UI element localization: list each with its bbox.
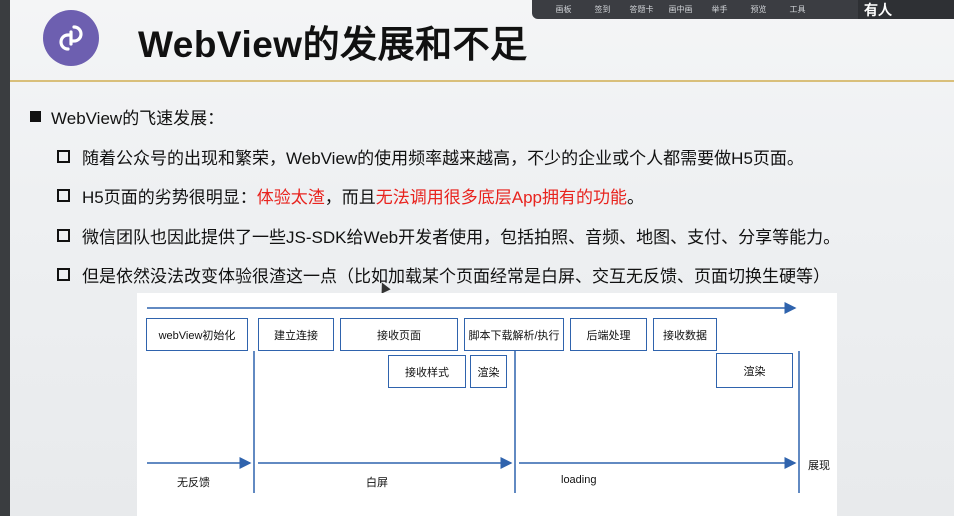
toolbar-item-checkin[interactable]: 签到	[583, 4, 622, 15]
box-render: 渲染	[470, 355, 507, 388]
sub-bullet-text: 微信团队也因此提供了一些JS-SDK给Web开发者使用，包括拍照、音频、地图、支…	[82, 228, 841, 247]
box-receive-data: 接收数据	[653, 318, 717, 351]
phase-label-show: 展现	[808, 460, 830, 472]
box-render-final: 渲染	[716, 353, 793, 388]
sub-bullet-4: 但是依然没法改变体验很渣这一点（比如加载某个页面经常是白屏、交互无反馈、页面切换…	[57, 262, 830, 287]
toolbar-item-preview[interactable]: 预览	[739, 4, 778, 15]
sub-bullet-highlight: 体验太渣	[256, 188, 325, 207]
left-edge	[0, 0, 10, 516]
slide: WebView的发展和不足 WebView的飞速发展： 随着公众号的出现和繁荣，…	[0, 0, 954, 516]
box-receive-page: 接收页面	[340, 318, 458, 351]
miniprogram-logo-icon	[43, 10, 99, 66]
toolbar-user-label: 有人	[864, 1, 892, 18]
sub-bullet-highlight: 无法调用很多底层App拥有的功能	[375, 188, 627, 207]
sub-bullet-3: 微信团队也因此提供了一些JS-SDK给Web开发者使用，包括拍照、音频、地图、支…	[57, 223, 840, 248]
phase-label-no-feedback: 无反馈	[177, 477, 210, 489]
toolbar-item-tools[interactable]: 工具	[778, 4, 817, 15]
webview-timeline-diagram: webView初始化 建立连接 接收页面 脚本下载解析/执行 后端处理 接收数据…	[137, 293, 837, 516]
toolbar-user-area[interactable]: 有人	[858, 0, 954, 19]
box-webview-init: webView初始化	[146, 318, 248, 351]
sub-bullet-suffix: 。	[626, 188, 644, 207]
box-receive-style: 接收样式	[388, 355, 466, 388]
slide-title: WebView的发展和不足	[138, 24, 528, 65]
main-bullet-text: WebView的飞速发展：	[51, 109, 225, 128]
sub-bullet-text: 但是依然没法改变体验很渣这一点（比如加载某个页面经常是白屏、交互无反馈、页面切换…	[82, 267, 830, 286]
hollow-square-icon	[57, 189, 70, 202]
sub-bullet-1: 随着公众号的出现和繁荣，WebView的使用频率越来越高，不少的企业或个人都需要…	[57, 144, 804, 169]
sub-bullet-prefix: H5页面的劣势很明显：	[82, 188, 257, 207]
box-connect: 建立连接	[258, 318, 334, 351]
box-backend: 后端处理	[570, 318, 647, 351]
toolbar-item-answer-card[interactable]: 答题卡	[622, 4, 661, 15]
sub-bullet-2: H5页面的劣势很明显： 体验太渣 ，而且 无法调用很多底层App拥有的功能。	[57, 183, 644, 208]
main-bullet: WebView的飞速发展：	[30, 104, 224, 129]
hollow-square-icon	[57, 229, 70, 242]
box-script: 脚本下载解析/执行	[464, 318, 564, 351]
filled-square-icon	[30, 111, 41, 122]
sub-bullet-middle: ，而且	[324, 188, 376, 207]
hollow-square-icon	[57, 150, 70, 163]
header-divider	[10, 80, 954, 82]
phase-label-white-screen: 白屏	[366, 477, 388, 489]
toolbar-item-raise-hand[interactable]: 举手	[700, 4, 739, 15]
phase-label-loading: loading	[561, 474, 597, 486]
toolbar-item-pip[interactable]: 画中画	[661, 4, 700, 15]
sub-bullet-text: 随着公众号的出现和繁荣，WebView的使用频率越来越高，不少的企业或个人都需要…	[82, 149, 804, 168]
toolbar-item-whiteboard[interactable]: 画板	[544, 4, 583, 15]
hollow-square-icon	[57, 268, 70, 281]
